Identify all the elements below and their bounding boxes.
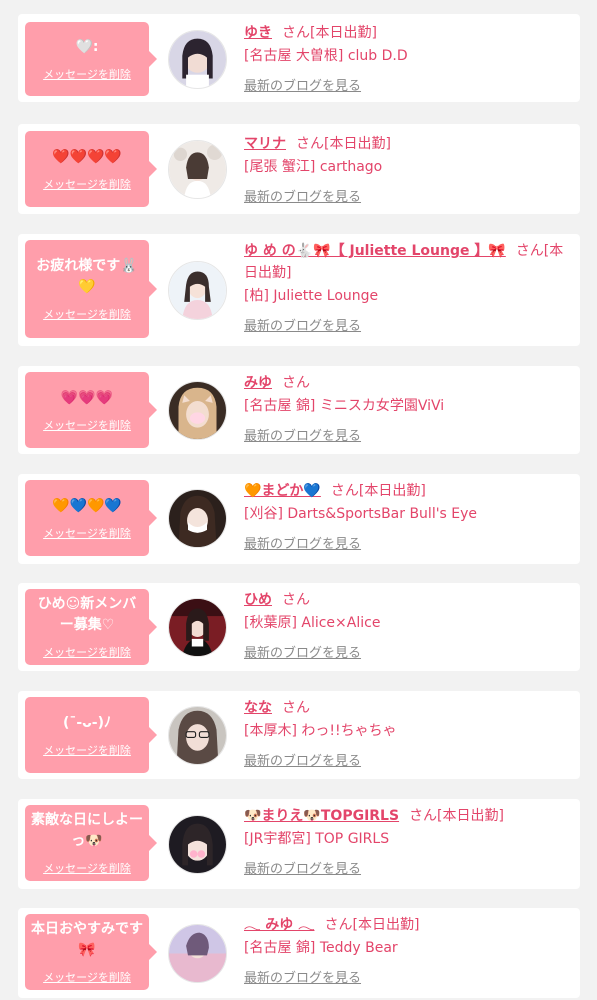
girl-name-link[interactable]: 🐶まりえ🐶TOPGIRLS — [244, 808, 399, 824]
message-text: 本日おやすみです🎀 — [31, 921, 143, 958]
message-bubble: 🧡💙🧡💙 メッセージを削除 — [25, 480, 157, 556]
blog-link[interactable]: 最新のブログを見る — [244, 967, 361, 986]
message-bubble: 💗💗💗 メッセージを削除 — [25, 372, 157, 448]
blog-link[interactable]: 最新のブログを見る — [244, 315, 361, 334]
message-bubble: 🤍: メッセージを削除 — [25, 22, 157, 96]
shop-name: [刈谷] Darts&SportsBar Bull's Eye — [244, 506, 478, 522]
list-item: 本日おやすみです🎀 メッセージを削除 𓂃 みゆ 𓂃 さん[本日出勤] [名古屋 錦… — [18, 908, 580, 998]
avatar[interactable] — [168, 30, 227, 89]
list-item: ❤️❤️❤️❤️ メッセージを削除 マリナ さん[本日出勤] [尾張 蟹江] ca… — [18, 124, 580, 214]
girl-info: 🐶まりえ🐶TOPGIRLS さん[本日出勤] [JR宇都宮] TOP GIRLS … — [244, 805, 570, 877]
avatar[interactable] — [168, 140, 227, 199]
shop-name: [JR宇都宮] TOP GIRLS — [244, 831, 390, 847]
name-suffix: さん — [282, 700, 310, 716]
girl-name-link[interactable]: みゆ — [244, 375, 272, 391]
name-suffix: さん[本日出勤] — [409, 808, 504, 824]
avatar[interactable] — [168, 706, 227, 765]
message-text: (¯-ᴗ-)ﾉ — [62, 714, 112, 731]
delete-message-link[interactable]: メッセージを削除 — [43, 860, 131, 876]
blog-link[interactable]: 最新のブログを見る — [244, 858, 361, 877]
delete-message-link[interactable]: メッセージを削除 — [43, 306, 131, 322]
delete-message-link[interactable]: メッセージを削除 — [43, 176, 131, 192]
girl-info: みゆ さん [名古屋 錦] ミニスカ女学園ViVi 最新のブログを見る — [244, 372, 570, 444]
shop-name: [柏] Juliette Lounge — [244, 288, 379, 304]
message-bubble: お疲れ様です🐰💛 メッセージを削除 — [25, 240, 157, 338]
message-text: お疲れ様です🐰💛 — [36, 258, 138, 295]
girl-name-link[interactable]: ひめ — [244, 592, 272, 608]
girl-info: マリナ さん[本日出勤] [尾張 蟹江] carthago 最新のブログを見る — [244, 133, 570, 205]
shop-name: [本厚木] わっ!!ちゃちゃ — [244, 723, 397, 739]
shop-name: [名古屋 大曽根] club D.D — [244, 48, 408, 64]
girl-info: 𓂃 みゆ 𓂃 さん[本日出勤] [名古屋 錦] Teddy Bear 最新のブログ… — [244, 914, 570, 986]
name-suffix: さん — [282, 375, 310, 391]
blog-link[interactable]: 最新のブログを見る — [244, 533, 361, 552]
avatar[interactable] — [168, 381, 227, 440]
blog-link[interactable]: 最新のブログを見る — [244, 75, 361, 94]
shop-name: [名古屋 錦] Teddy Bear — [244, 940, 398, 956]
blog-link[interactable]: 最新のブログを見る — [244, 750, 361, 769]
girl-name-link[interactable]: 🧡まどか💙 — [244, 483, 321, 499]
message-text: 💗💗💗 — [60, 389, 114, 406]
avatar[interactable] — [168, 261, 227, 320]
girl-name-link[interactable]: 𓂃 みゆ 𓂃 — [244, 917, 314, 933]
message-text: 素敵な日にしよーっ🐶 — [31, 812, 143, 849]
shop-name: [秋葉原] Alice×Alice — [244, 615, 381, 631]
delete-message-link[interactable]: メッセージを削除 — [43, 417, 131, 433]
message-bubble: (¯-ᴗ-)ﾉ メッセージを削除 — [25, 697, 157, 773]
delete-message-link[interactable]: メッセージを削除 — [43, 525, 131, 541]
avatar[interactable] — [168, 598, 227, 657]
girl-name-link[interactable]: マリナ — [244, 136, 286, 152]
girl-info: 🧡まどか💙 さん[本日出勤] [刈谷] Darts&SportsBar Bull'… — [244, 480, 570, 552]
shop-name: [尾張 蟹江] carthago — [244, 159, 383, 175]
list-item: 💗💗💗 メッセージを削除 みゆ さん [名古屋 錦] ミニスカ女学園ViVi 最新… — [18, 366, 580, 454]
message-bubble: 本日おやすみです🎀 メッセージを削除 — [25, 914, 157, 990]
list-item: 🤍: メッセージを削除 ゆき さん[本日出勤] [名古屋 大曽根] club D.… — [18, 14, 580, 102]
name-suffix: さん[本日出勤] — [282, 25, 377, 41]
blog-link[interactable]: 最新のブログを見る — [244, 186, 361, 205]
girl-info: ゆ め の🐇🎀【 Juliette Lounge 】🎀 さん[本日出勤] [柏] … — [244, 240, 570, 334]
list-item: お疲れ様です🐰💛 メッセージを削除 ゆ め の🐇🎀【 Juliette Loun… — [18, 234, 580, 346]
name-suffix: さん[本日出勤] — [296, 136, 391, 152]
delete-message-link[interactable]: メッセージを削除 — [43, 969, 131, 985]
list-item: ひめ☺︎新メンバー募集♡ メッセージを削除 ひめ さん [秋葉原] Alice×A… — [18, 583, 580, 671]
delete-message-link[interactable]: メッセージを削除 — [43, 644, 131, 660]
avatar[interactable] — [168, 924, 227, 983]
message-bubble: ❤️❤️❤️❤️ メッセージを削除 — [25, 131, 157, 207]
girl-info: ひめ さん [秋葉原] Alice×Alice 最新のブログを見る — [244, 589, 570, 661]
girl-info: ゆき さん[本日出勤] [名古屋 大曽根] club D.D 最新のブログを見る — [244, 22, 570, 94]
message-text: 🤍: — [75, 38, 99, 55]
list-item: (¯-ᴗ-)ﾉ メッセージを削除 なな さん [本厚木] わっ!!ちゃちゃ 最新の… — [18, 691, 580, 779]
girl-name-link[interactable]: ゆ め の🐇🎀【 Juliette Lounge 】🎀 — [244, 243, 506, 259]
avatar[interactable] — [168, 815, 227, 874]
message-text: ひめ☺︎新メンバー募集♡ — [37, 596, 137, 633]
message-text: ❤️❤️❤️❤️ — [52, 148, 122, 165]
message-bubble: 素敵な日にしよーっ🐶 メッセージを削除 — [25, 805, 157, 881]
name-suffix: さん[本日出勤] — [330, 483, 426, 499]
message-bubble: ひめ☺︎新メンバー募集♡ メッセージを削除 — [25, 589, 157, 665]
girl-info: なな さん [本厚木] わっ!!ちゃちゃ 最新のブログを見る — [244, 697, 570, 769]
shop-name: [名古屋 錦] ミニスカ女学園ViVi — [244, 398, 445, 414]
blog-link[interactable]: 最新のブログを見る — [244, 642, 361, 661]
delete-message-link[interactable]: メッセージを削除 — [43, 66, 131, 82]
girl-name-link[interactable]: ゆき — [244, 25, 272, 41]
list-item: 素敵な日にしよーっ🐶 メッセージを削除 🐶まりえ🐶TOPGIRLS さん[本日出勤… — [18, 799, 580, 889]
delete-message-link[interactable]: メッセージを削除 — [43, 742, 131, 758]
blog-link[interactable]: 最新のブログを見る — [244, 425, 361, 444]
name-suffix: さん[本日出勤] — [324, 917, 420, 933]
message-text: 🧡💙🧡💙 — [52, 497, 122, 514]
girl-name-link[interactable]: なな — [244, 700, 272, 716]
name-suffix: さん — [282, 592, 310, 608]
list-item: 🧡💙🧡💙 メッセージを削除 🧡まどか💙 さん[本日出勤] [刈谷] Darts&S… — [18, 474, 580, 564]
avatar[interactable] — [168, 489, 227, 548]
